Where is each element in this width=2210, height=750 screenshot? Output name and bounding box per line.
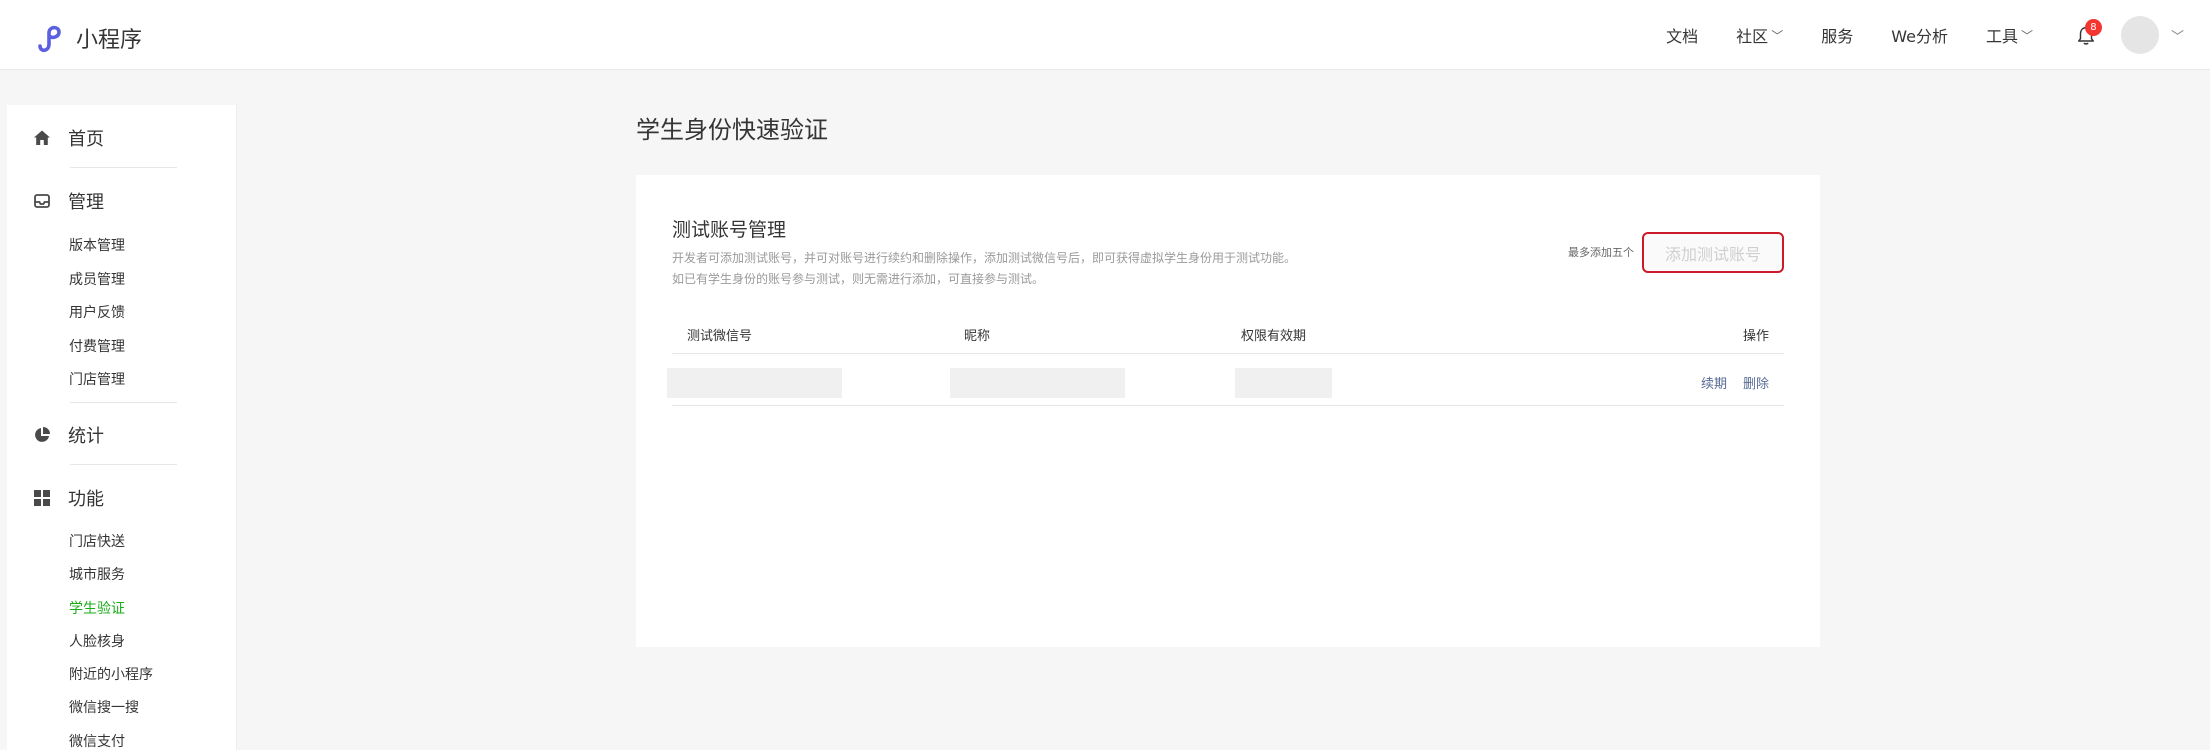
sidebar-item-wechat-search[interactable]: 微信搜一搜 [69, 697, 139, 717]
sidebar-item-city-service[interactable]: 城市服务 [69, 564, 125, 584]
table-header-actions: 操作 [1743, 329, 1770, 344]
pie-chart-icon [35, 427, 50, 442]
chevron-down-icon[interactable]: ﹀ [2171, 26, 2184, 45]
table-header-validity: 权限有效期 [1241, 329, 1307, 344]
card-title: 测试账号管理 [672, 219, 787, 241]
sidebar-item-face-verify[interactable]: 人脸核身 [69, 631, 125, 651]
card-description: 开发者可添加测试账号，并可对账号进行续约和删除操作，添加测试微信号后，即可获得虚… [672, 251, 1297, 265]
top-nav: 文档 社区 ﹀ 服务 We分析 工具 ﹀ 8 ﹀ [1666, 0, 2184, 70]
chevron-down-icon: ﹀ [1771, 28, 1784, 43]
avatar[interactable] [2120, 16, 2159, 54]
nav-we-analytics-label: We分析 [1891, 27, 1948, 46]
sidebar-item-user-feedback[interactable]: 用户反馈 [69, 302, 125, 322]
top-header: 小程序 文档 社区 ﹀ 服务 We分析 工具 ﹀ 8 ﹀ [0, 0, 2210, 70]
home-icon [34, 130, 50, 145]
limit-hint: 最多添加五个 [1568, 246, 1634, 259]
delete-link[interactable]: 删除 [1743, 373, 1769, 392]
wechat-id-placeholder [667, 368, 842, 398]
nav-tools[interactable]: 工具 ﹀ [1986, 23, 2033, 47]
grid-icon [34, 490, 50, 506]
table-header-nickname: 昵称 [964, 329, 991, 344]
page-title: 学生身份快速验证 [636, 116, 828, 144]
sidebar-item-nearby-mini-program[interactable]: 附近的小程序 [69, 664, 153, 684]
sidebar-item-payment-manage[interactable]: 付费管理 [69, 336, 125, 356]
sidebar-item-manage[interactable]: 管理 [33, 188, 104, 214]
sidebar-item-features[interactable]: 功能 [33, 485, 104, 511]
inbox-icon [34, 194, 50, 208]
nav-docs[interactable]: 文档 [1666, 23, 1698, 47]
chevron-down-icon: ﹀ [2020, 28, 2033, 43]
sidebar-item-label: 统计 [68, 426, 104, 447]
nickname-placeholder [950, 368, 1125, 398]
sidebar-item-label: 首页 [68, 129, 104, 150]
nav-community-label: 社区 [1736, 27, 1769, 46]
renew-link[interactable]: 续期 [1701, 373, 1727, 392]
nav-tools-label: 工具 [1985, 27, 2018, 46]
sidebar-item-stats[interactable]: 统计 [33, 422, 104, 448]
table-divider [672, 353, 1784, 354]
sidebar-item-store-delivery[interactable]: 门店快送 [69, 531, 125, 551]
sidebar-item-wechat-pay[interactable]: 微信支付 [69, 731, 125, 750]
sidebar-item-member-manage[interactable]: 成员管理 [69, 269, 125, 289]
sidebar-item-student-verify[interactable]: 学生验证 [69, 598, 125, 618]
sidebar-item-home[interactable]: 首页 [33, 125, 104, 151]
sidebar-item-label: 功能 [68, 489, 104, 510]
mini-program-logo-icon [38, 25, 61, 53]
nav-docs-label: 文档 [1666, 27, 1699, 46]
sidebar-item-version-manage[interactable]: 版本管理 [69, 235, 125, 255]
app-name: 小程序 [76, 28, 143, 53]
notification-button[interactable]: 8 [2073, 19, 2102, 48]
card-description: 如已有学生身份的账号参与测试，则无需进行添加，可直接参与测试。 [672, 272, 1045, 286]
nav-services-label: 服务 [1821, 27, 1854, 46]
test-account-card: 测试账号管理 开发者可添加测试账号，并可对账号进行续约和删除操作，添加测试微信号… [636, 175, 1820, 647]
nav-we-analytics[interactable]: We分析 [1891, 23, 1948, 47]
sidebar-item-store-manage[interactable]: 门店管理 [69, 369, 125, 389]
add-test-account-button[interactable]: 添加测试账号 [1642, 232, 1784, 273]
logo[interactable]: 小程序 [34, 22, 142, 54]
sidebar-item-label: 管理 [68, 192, 104, 213]
divider [70, 464, 177, 465]
divider [70, 402, 177, 403]
notification-badge: 8 [2084, 19, 2102, 36]
sidebar: 首页 管理 版本管理 成员管理 用户反馈 付费管理 门店管理 统计 功能 门店快… [7, 105, 237, 750]
divider [70, 167, 177, 168]
table-header-wechat-id: 测试微信号 [687, 329, 753, 344]
nav-services[interactable]: 服务 [1821, 23, 1853, 47]
table-divider [672, 405, 1784, 406]
nav-community[interactable]: 社区 ﹀ [1736, 23, 1783, 47]
validity-placeholder [1235, 368, 1332, 398]
